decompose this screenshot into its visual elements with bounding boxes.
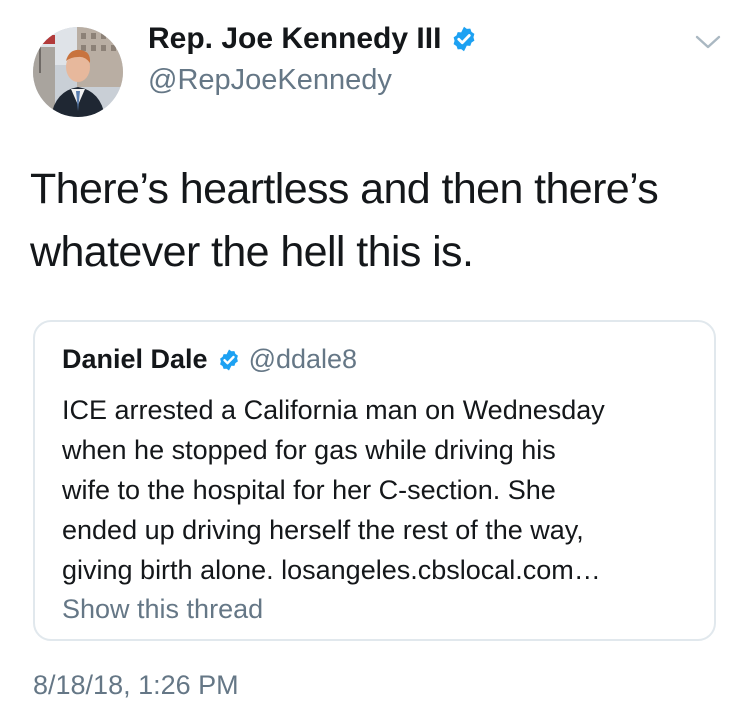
author-name[interactable]: Rep. Joe Kennedy III xyxy=(148,22,478,56)
show-thread-link[interactable]: Show this thread xyxy=(62,594,263,625)
quoted-author-handle: @ddale8 xyxy=(248,344,358,374)
verified-badge-icon xyxy=(217,348,241,372)
tweet-text: There’s heartless and then there’s whate… xyxy=(30,165,659,276)
quoted-tweet-header: Daniel Dale @ddale8 xyxy=(62,344,357,375)
quoted-author-name: Daniel Dale xyxy=(62,344,208,374)
author-name-text: Rep. Joe Kennedy III xyxy=(148,22,442,55)
author-avatar[interactable] xyxy=(33,27,123,117)
verified-badge-icon xyxy=(450,25,478,53)
quoted-tweet-text: ICE arrested a California man on Wednesd… xyxy=(62,395,605,585)
quoted-tweet-card[interactable]: Daniel Dale @ddale8 ICE arrested a Calif… xyxy=(33,320,716,641)
chevron-down-icon[interactable] xyxy=(692,30,724,54)
author-handle[interactable]: @RepJoeKennedy xyxy=(148,64,392,97)
tweet-timestamp[interactable]: 8/18/18, 1:26 PM xyxy=(33,670,239,701)
avatar-photo xyxy=(33,27,123,117)
